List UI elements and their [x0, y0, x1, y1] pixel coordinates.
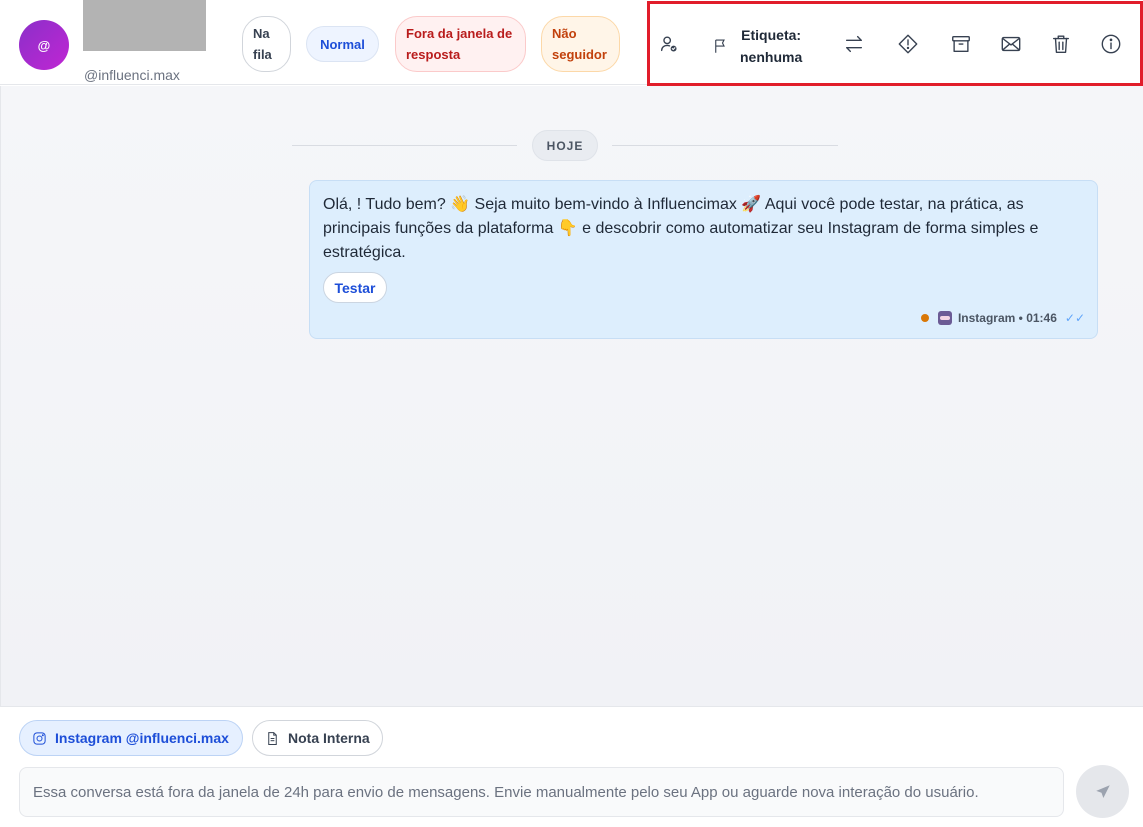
response-window-badge[interactable]: Fora da janela de resposta	[395, 16, 526, 72]
user-check-icon	[660, 36, 677, 52]
instagram-icon	[33, 731, 46, 745]
warning-diamond-icon	[898, 34, 918, 54]
bot-avatar-icon	[937, 311, 952, 325]
queue-status-badge[interactable]: Na fila	[242, 16, 291, 72]
transfer-button[interactable]	[842, 32, 866, 56]
label-selector-text: Etiqueta: nenhuma	[740, 24, 802, 68]
message-meta: Instagram • 01:46 ✓✓	[920, 311, 1085, 325]
info-button[interactable]	[1099, 32, 1123, 56]
email-button[interactable]	[999, 32, 1023, 56]
trash-icon	[1052, 35, 1070, 53]
day-divider: HOJE	[532, 130, 598, 161]
read-ticks-icon: ✓✓	[1064, 311, 1085, 325]
tab-internal-note[interactable]: Nota Interna	[252, 720, 383, 756]
send-icon	[1095, 784, 1110, 798]
delete-button[interactable]	[1049, 32, 1073, 56]
testar-button[interactable]: Testar	[323, 272, 387, 303]
day-divider-line-right	[612, 145, 838, 146]
follower-status-badge[interactable]: Não seguidor	[541, 16, 620, 72]
conversation-header: @ @influenci.max Na fila Normal Fora da …	[0, 0, 1143, 86]
report-button[interactable]	[896, 32, 920, 56]
contact-handle: @influenci.max	[84, 67, 180, 83]
archive-button[interactable]	[949, 32, 973, 56]
arrows-exchange-icon	[845, 35, 863, 53]
archive-icon	[952, 35, 970, 53]
message-bubble: Olá, ! Tudo bem? 👋 Seja muito bem-vindo …	[309, 180, 1098, 339]
message-time: 01:46	[1026, 311, 1057, 325]
contact-name-redacted	[83, 0, 206, 51]
document-icon	[268, 731, 277, 745]
assign-user-button[interactable]	[657, 32, 681, 56]
message-input[interactable]: Essa conversa está fora da janela de 24h…	[19, 767, 1064, 817]
message-composer: Instagram @influenci.max Nota Interna Es…	[0, 706, 1143, 827]
message-input-text: Essa conversa está fora da janela de 24h…	[33, 783, 979, 801]
meta-separator: •	[1015, 311, 1027, 325]
label-value: nenhuma	[740, 49, 803, 65]
chat-area[interactable]: HOJE Olá, ! Tudo bem? 👋 Seja muito bem-v…	[0, 86, 1143, 706]
message-text: Olá, ! Tudo bem? 👋 Seja muito bem-vindo …	[323, 196, 1039, 261]
label-selector[interactable]: Etiqueta: nenhuma	[712, 24, 802, 68]
mail-icon	[1001, 36, 1021, 52]
avatar-text: @	[37, 37, 51, 53]
info-icon	[1101, 34, 1121, 54]
label-title: Etiqueta:	[741, 27, 802, 43]
send-button[interactable]	[1076, 765, 1129, 818]
tab-instagram-label: Instagram @influenci.max	[55, 730, 229, 746]
avatar[interactable]: @	[19, 20, 69, 70]
day-divider-line-left	[292, 145, 517, 146]
priority-badge[interactable]: Normal	[306, 26, 379, 62]
tab-instagram-channel[interactable]: Instagram @influenci.max	[19, 720, 243, 756]
message-channel: Instagram	[957, 311, 1016, 325]
tab-internal-note-label: Nota Interna	[288, 730, 370, 746]
flag-icon	[715, 39, 725, 53]
status-dot	[920, 314, 929, 322]
